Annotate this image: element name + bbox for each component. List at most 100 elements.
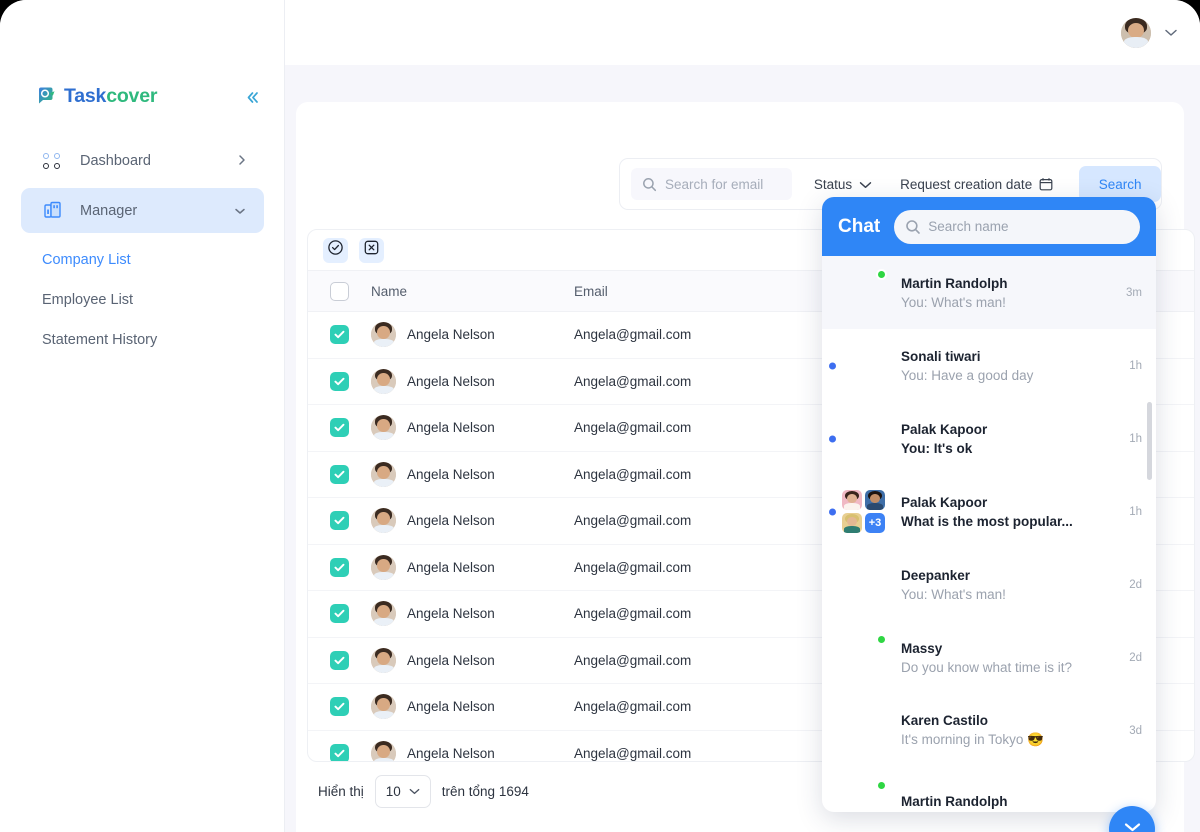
sidebar-item-manager[interactable]: Manager <box>21 188 264 233</box>
logo-wordmark: Taskcover <box>64 85 157 108</box>
cell-email: Angela@gmail.com <box>574 606 692 622</box>
row-checkbox[interactable] <box>330 650 349 670</box>
search-input[interactable]: Search for email <box>631 168 792 200</box>
sidebar-item-employee-list[interactable]: Employee List <box>0 280 285 320</box>
row-checkbox[interactable] <box>330 325 349 345</box>
row-checkbox[interactable] <box>330 557 349 577</box>
approve-all-button[interactable] <box>323 237 348 263</box>
avatar <box>371 461 396 487</box>
column-header-email[interactable]: Email <box>574 284 859 299</box>
chat-list-item[interactable]: Palak Kapoor You: It's ok 1h <box>822 402 1156 475</box>
app-logo[interactable]: Taskcover <box>0 74 285 118</box>
chat-list-item[interactable]: Massy Do you know what time is it? 2d <box>822 621 1156 694</box>
chat-item-name: Deepanker <box>901 567 971 583</box>
row-select-cell <box>308 511 371 531</box>
chevron-down-icon <box>1123 820 1142 832</box>
sidebar-item-dashboard[interactable]: Dashboard <box>21 138 264 183</box>
avatar <box>842 269 887 314</box>
select-all-cell <box>308 281 371 301</box>
cell-name-text: Angela Nelson <box>407 420 495 436</box>
avatar-chevron-down-icon[interactable] <box>1164 25 1178 40</box>
per-page-select[interactable]: 10 <box>374 775 431 808</box>
chat-list-item[interactable]: Karen Castilo It's morning in Tokyo 😎 3d <box>822 694 1156 767</box>
sidebar-nav: Dashboard Manager Company List Employee … <box>0 138 285 360</box>
chat-list-item[interactable]: Sonali tiwari You: Have a good day 1h <box>822 329 1156 402</box>
row-checkbox[interactable] <box>330 697 349 717</box>
chat-item-message: What is the most popular... <box>901 513 1073 529</box>
unread-indicator <box>829 435 836 442</box>
sidebar-item-dashboard-label: Dashboard <box>80 152 151 169</box>
cell-name-text: Angela Nelson <box>407 745 495 761</box>
chevron-right-icon <box>238 154 246 168</box>
date-filter-label: Request creation date <box>900 176 1033 192</box>
sidebar-item-statement-history-label: Statement History <box>42 332 158 348</box>
row-select-cell <box>308 418 371 438</box>
row-checkbox[interactable] <box>330 743 349 761</box>
date-filter-dropdown[interactable]: Request creation date <box>900 177 1053 192</box>
status-filter-label: Status <box>813 176 853 192</box>
sidebar-collapse-icon[interactable] <box>239 84 265 110</box>
chat-list-item[interactable]: +3 Palak Kapoor What is the most popular..… <box>822 475 1156 548</box>
chat-header: Chat Search name <box>822 197 1156 256</box>
chat-list-scrollbar[interactable] <box>1147 402 1152 480</box>
cell-name-text: Angela Nelson <box>407 466 495 482</box>
column-header-name[interactable]: Name <box>371 284 574 299</box>
reject-all-button[interactable] <box>359 237 384 263</box>
chat-item-message: You: What's man! <box>901 586 1006 602</box>
cell-name: Angela Nelson <box>371 322 574 348</box>
cell-email: Angela@gmail.com <box>574 745 692 761</box>
chat-item-name: Martin Randolph <box>901 275 1008 291</box>
chat-panel: Chat Search name Martin Randolph You: Wha… <box>822 197 1156 812</box>
cell-name-text: Angela Nelson <box>407 652 495 668</box>
chat-item-message: You: Have a good day <box>901 367 1034 383</box>
row-checkbox[interactable] <box>330 371 349 391</box>
cell-email: Angela@gmail.com <box>574 559 692 575</box>
chat-item-time: 2d <box>1129 651 1142 664</box>
cell-name: Angela Nelson <box>371 740 574 761</box>
row-select-cell <box>308 557 371 577</box>
cell-name-text: Angela Nelson <box>407 373 495 389</box>
row-select-cell <box>308 325 371 345</box>
online-status-indicator <box>876 269 887 280</box>
cell-name-text: Angela Nelson <box>407 327 495 343</box>
online-status-indicator <box>876 634 887 645</box>
cell-name-text: Angela Nelson <box>407 559 495 575</box>
row-checkbox[interactable] <box>330 418 349 438</box>
cell-email: Angela@gmail.com <box>574 420 692 436</box>
chat-item-name: Sonali tiwari <box>901 348 981 364</box>
row-checkbox[interactable] <box>330 604 349 624</box>
avatar[interactable] <box>1121 17 1151 48</box>
chat-list-item[interactable]: Deepanker You: What's man! 2d <box>822 548 1156 621</box>
sidebar-item-employee-list-label: Employee List <box>42 292 134 308</box>
group-avatar-member <box>842 513 862 533</box>
group-avatar-member <box>842 490 862 510</box>
group-avatar-overflow-count: +3 <box>865 513 885 533</box>
sidebar-item-company-list[interactable]: Company List <box>0 240 285 280</box>
chat-item-time: 1h <box>1129 359 1142 372</box>
chat-item-name: Massy <box>901 640 943 656</box>
sidebar-item-statement-history[interactable]: Statement History <box>0 320 285 360</box>
grid-dots-icon <box>42 150 63 171</box>
cell-name: Angela Nelson <box>371 601 574 627</box>
chat-item-message: You: It's ok <box>901 440 973 456</box>
avatar <box>842 709 885 752</box>
chat-item-time: 1h <box>1129 505 1142 518</box>
pagination: Hiển thị 10 trên tổng 1694 <box>318 775 529 808</box>
chat-list-item[interactable]: Martin Randolph You: What's man! 3m <box>822 256 1156 329</box>
select-all-checkbox[interactable] <box>330 281 349 301</box>
avatar <box>371 740 396 761</box>
row-checkbox[interactable] <box>330 464 349 484</box>
check-circle-icon <box>327 239 344 261</box>
chat-search-placeholder: Search name <box>928 219 1009 234</box>
avatar <box>842 344 885 387</box>
chat-search-input[interactable]: Search name <box>894 209 1140 244</box>
row-select-cell <box>308 464 371 484</box>
chat-conversation-list[interactable]: Martin Randolph You: What's man! 3m Sonali … <box>822 256 1156 812</box>
row-checkbox[interactable] <box>330 511 349 531</box>
row-select-cell <box>308 650 371 670</box>
group-avatar-member <box>865 490 885 510</box>
avatar <box>371 554 396 580</box>
chat-list-item[interactable]: Martin Randolph <box>822 767 1156 812</box>
status-filter-dropdown[interactable]: Status <box>814 177 872 192</box>
avatar <box>842 634 887 679</box>
